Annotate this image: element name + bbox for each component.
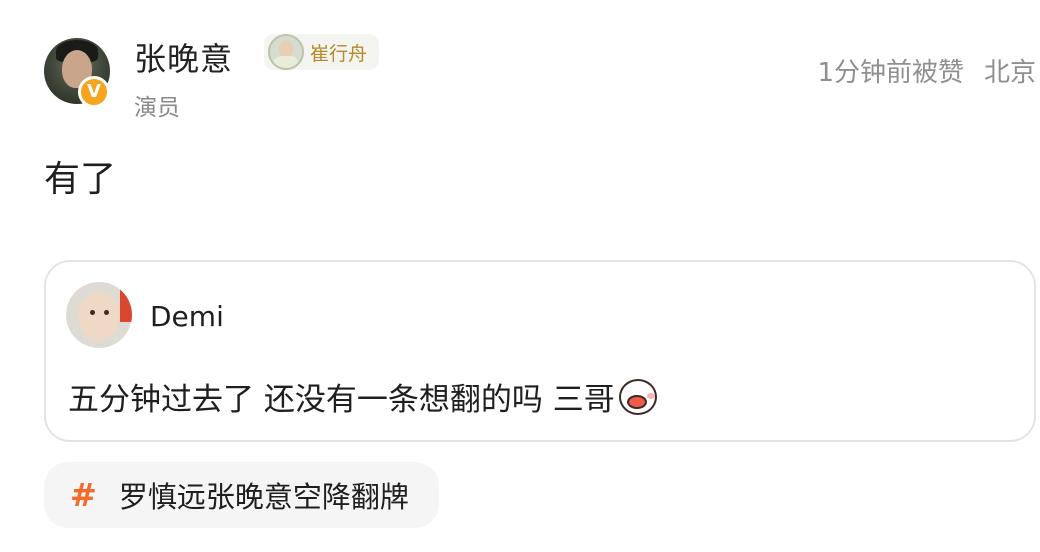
quoted-comment-card[interactable]: Demi 五分钟过去了 还没有一条想翻的吗 三哥 (44, 260, 1036, 442)
quoted-username[interactable]: Demi (150, 300, 224, 333)
hashtag-icon: # (70, 476, 97, 514)
fan-tag-label: 崔行舟 (310, 42, 368, 65)
location: 北京 (983, 58, 1036, 88)
emoji-beak (626, 394, 647, 409)
liked-time: 1分钟前被赞 (817, 58, 964, 88)
avatar-face (78, 292, 120, 340)
verified-badge-icon: V (78, 76, 110, 108)
fan-tag-avatar-icon (268, 34, 304, 70)
avatar-eye (90, 310, 95, 315)
username[interactable]: 张晚意 (134, 34, 233, 80)
topic-chip[interactable]: # 罗慎远张晚意空降翻牌 (44, 462, 439, 528)
comment-header: V 张晚意 崔行舟 演员 1分钟前被赞 北京 (44, 30, 1036, 130)
quoted-text-row: 五分钟过去了 还没有一条想翻的吗 三哥 (68, 374, 659, 419)
quoted-text: 五分钟过去了 还没有一条想翻的吗 三哥 (68, 382, 615, 418)
avatar-background (120, 282, 132, 322)
emoji-blush (646, 392, 655, 399)
duck-emoji-icon (617, 377, 659, 417)
avatar-eye (104, 310, 109, 315)
quoted-user-avatar[interactable] (66, 282, 132, 348)
comment-text: 有了 (44, 159, 117, 200)
topic-label: 罗慎远张晚意空降翻牌 (118, 480, 409, 514)
user-role: 演员 (134, 95, 180, 121)
fan-tag[interactable]: 崔行舟 (264, 34, 380, 70)
comment-meta: 1分钟前被赞 北京 (817, 52, 1036, 89)
